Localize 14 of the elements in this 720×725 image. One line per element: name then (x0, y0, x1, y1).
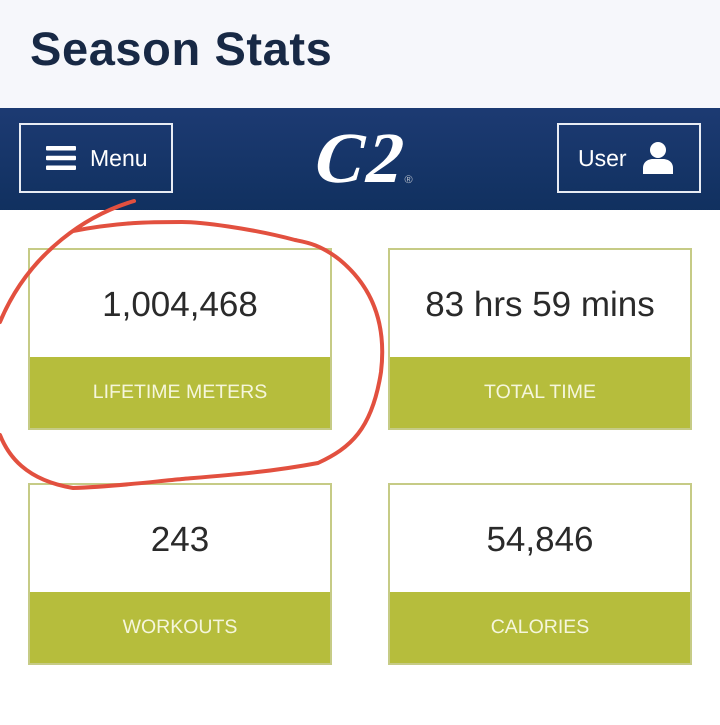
logo[interactable]: C2® (305, 122, 415, 194)
stat-label: LIFETIME METERS (30, 357, 330, 428)
stat-label: TOTAL TIME (390, 357, 690, 428)
stat-value: 1,004,468 (101, 284, 259, 326)
user-button[interactable]: User (557, 123, 701, 193)
menu-button[interactable]: Menu (19, 123, 173, 193)
stat-value: 54,846 (485, 518, 595, 560)
stat-label: CALORIES (390, 592, 690, 663)
menu-icon (46, 146, 76, 170)
page-title: Season Stats (30, 20, 332, 76)
user-icon (642, 142, 673, 174)
stat-value: 83 hrs 59 mins (424, 284, 656, 326)
stat-value: 243 (150, 518, 210, 560)
stat-label: WORKOUTS (30, 592, 330, 663)
